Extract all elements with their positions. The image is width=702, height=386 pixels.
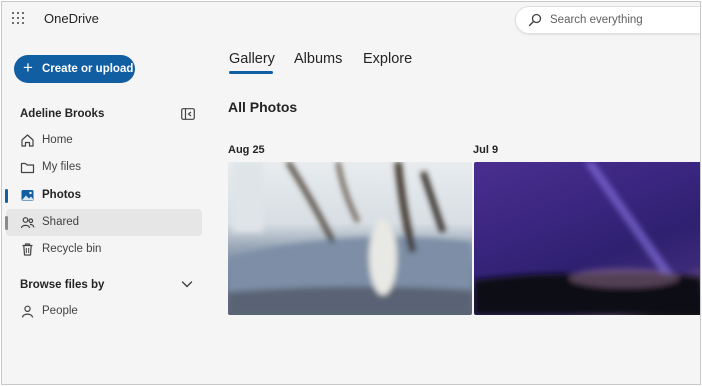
create-or-upload-button[interactable]: + Create or upload: [14, 55, 135, 83]
search-placeholder: Search everything: [550, 14, 643, 26]
photo-thumbnail[interactable]: [474, 162, 700, 315]
shared-icon: [20, 217, 35, 229]
collapse-nav-icon[interactable]: [181, 108, 195, 120]
sidebar-item-label: My files: [42, 161, 81, 173]
sidebar-item-home[interactable]: Home: [6, 127, 202, 154]
sidebar-item-my-files[interactable]: My files: [6, 154, 202, 181]
photo-thumbnail[interactable]: [228, 162, 472, 315]
app-launcher-icon[interactable]: [12, 12, 26, 26]
folder-icon: [20, 162, 35, 174]
sidebar-item-label: Shared: [42, 216, 80, 228]
top-bar: OneDrive Search everything: [2, 2, 700, 38]
sidebar-item-label: Recycle bin: [42, 243, 102, 255]
tab-gallery[interactable]: Gallery: [229, 51, 275, 67]
photo-group-date: Jul 9: [473, 144, 499, 156]
photos-icon: [21, 190, 34, 201]
sidebar-item-people[interactable]: People: [6, 298, 202, 325]
photo-image: [474, 162, 700, 315]
tab-selected-indicator: [229, 71, 273, 74]
app-name[interactable]: OneDrive: [44, 11, 99, 26]
photo-image: [228, 162, 472, 315]
sidebar-item-recycle-bin[interactable]: Recycle bin: [6, 236, 202, 263]
plus-icon: +: [23, 58, 33, 77]
home-icon: [21, 134, 34, 147]
sidebar-item-label: People: [42, 305, 78, 317]
section-title: All Photos: [228, 99, 298, 115]
user-name: Adeline Brooks: [20, 108, 105, 120]
search-box[interactable]: Search everything: [515, 6, 700, 34]
sidebar-item-label: Photos: [42, 189, 81, 201]
tab-explore[interactable]: Explore: [363, 51, 412, 67]
onedrive-window: OneDrive Search everything + Create or u…: [1, 1, 701, 385]
photo-group-date: Aug 25: [228, 144, 265, 156]
sidebar-item-photos[interactable]: Photos: [6, 182, 202, 209]
person-icon: [21, 305, 34, 318]
browse-section-title[interactable]: Browse files by: [20, 279, 104, 291]
hover-indicator: [5, 216, 8, 230]
recycle-bin-icon: [22, 243, 33, 256]
create-button-label: Create or upload: [42, 63, 134, 75]
chevron-down-icon[interactable]: [181, 279, 193, 289]
sidebar-item-label: Home: [42, 134, 73, 146]
tab-albums[interactable]: Albums: [294, 51, 342, 67]
search-icon: [528, 13, 542, 27]
sidebar-item-shared[interactable]: Shared: [6, 209, 202, 236]
